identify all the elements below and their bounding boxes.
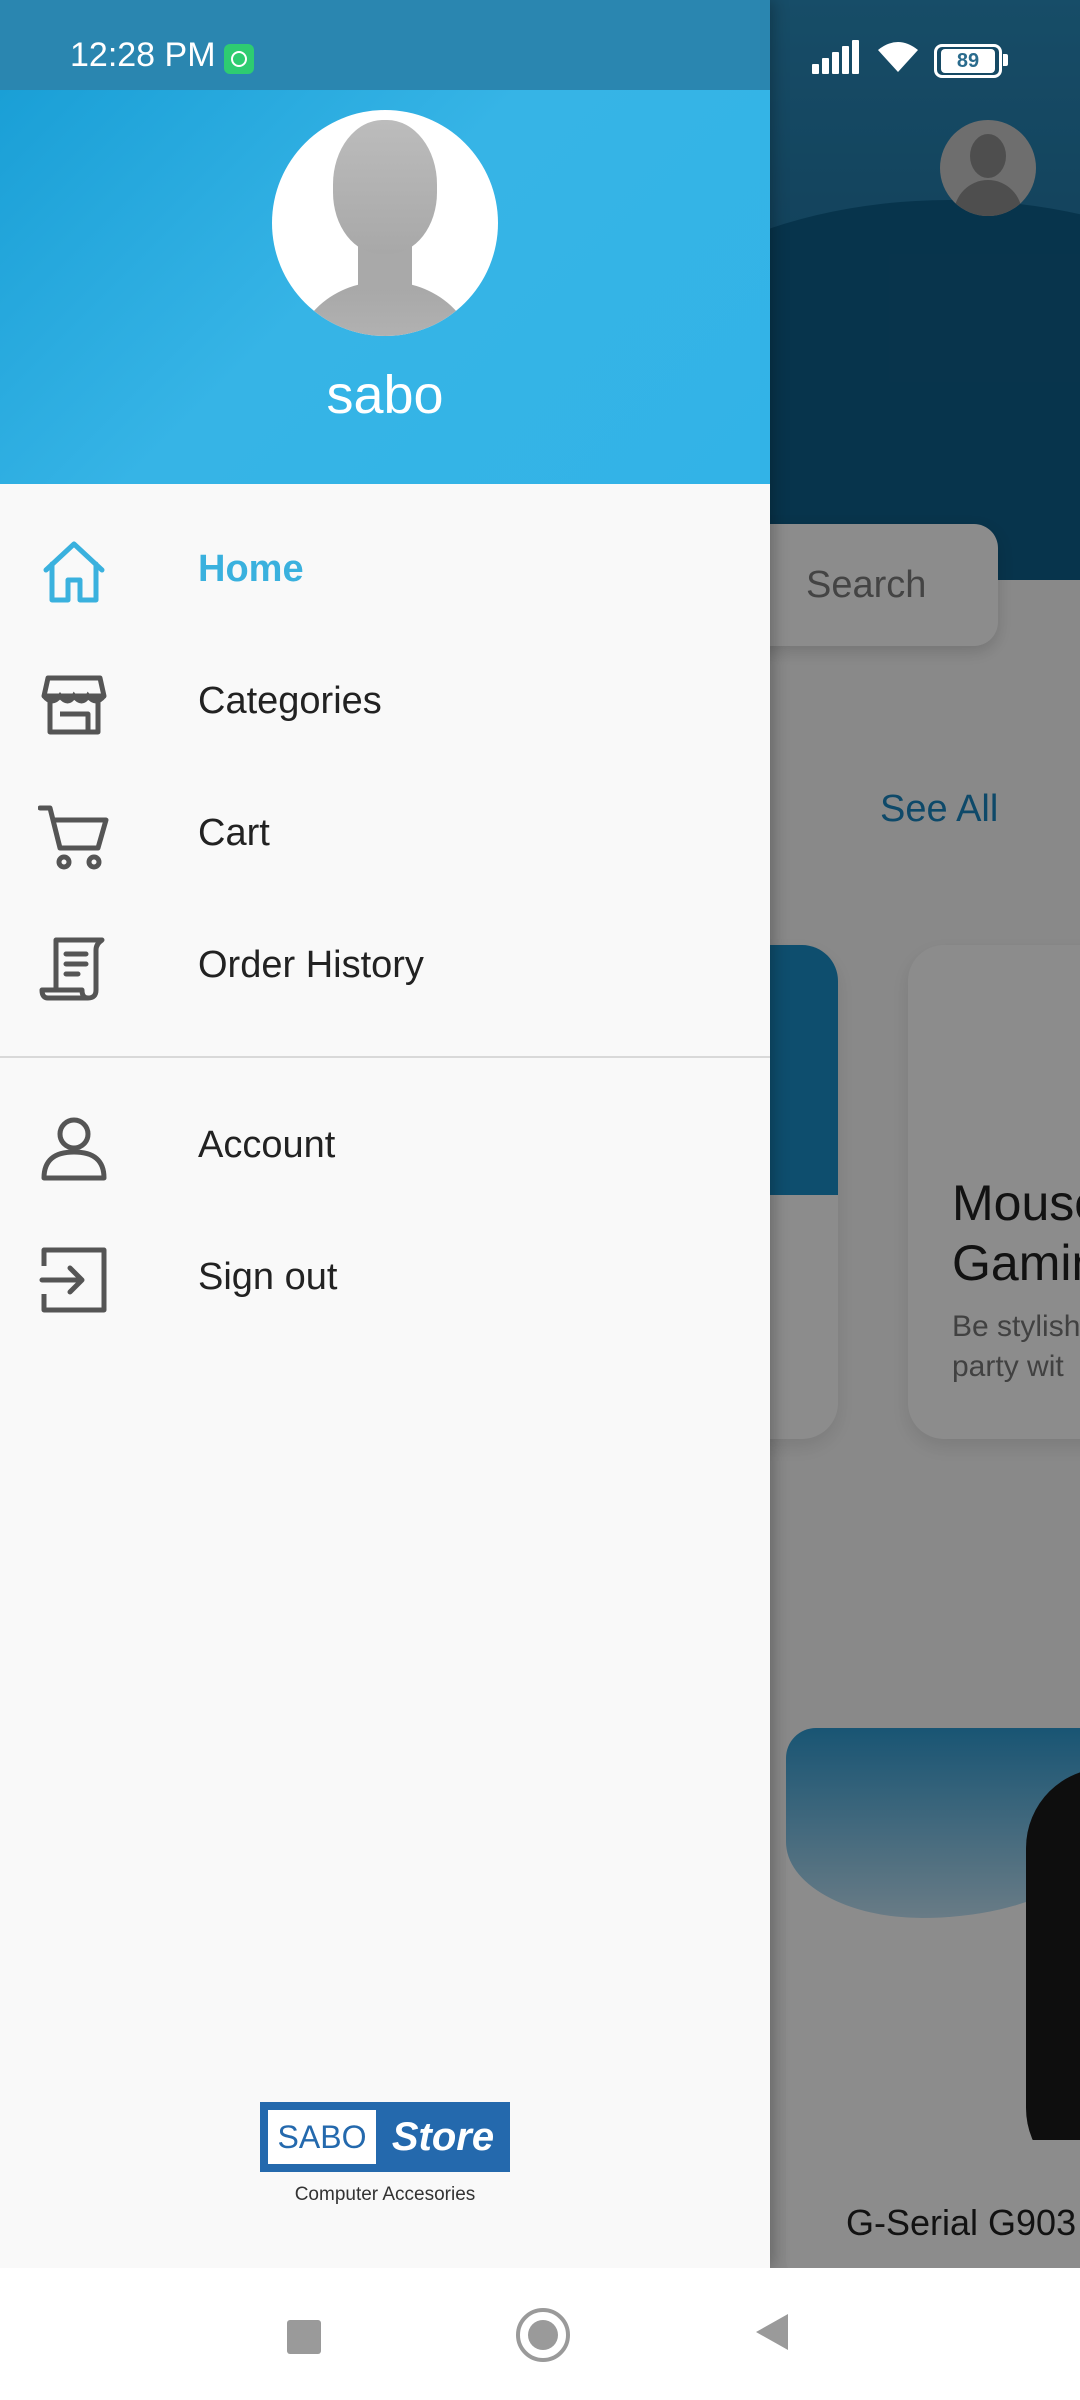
recents-button[interactable] bbox=[287, 2320, 321, 2354]
signal-icon bbox=[812, 38, 859, 74]
menu-divider bbox=[0, 1056, 770, 1058]
app-logo: SABO Store bbox=[260, 2102, 510, 2172]
menu-item-order-history[interactable]: Order History bbox=[0, 908, 770, 1028]
store-icon bbox=[41, 675, 107, 735]
menu-item-account[interactable]: Account bbox=[0, 1088, 770, 1208]
menu-item-home[interactable]: Home bbox=[0, 512, 770, 632]
home-icon bbox=[43, 541, 105, 603]
sign-out-icon bbox=[39, 1247, 107, 1313]
avatar-icon[interactable] bbox=[272, 110, 498, 336]
battery-icon: 89 bbox=[934, 44, 1008, 78]
wifi-icon bbox=[878, 42, 918, 72]
menu-item-label: Cart bbox=[198, 812, 270, 854]
menu-item-cart[interactable]: Cart bbox=[0, 776, 770, 896]
receipt-scroll-icon bbox=[39, 937, 105, 1001]
menu-item-label: Categories bbox=[198, 680, 382, 722]
menu-item-sign-out[interactable]: Sign out bbox=[0, 1220, 770, 1340]
back-button[interactable] bbox=[756, 2314, 788, 2350]
menu-item-label: Account bbox=[198, 1124, 336, 1166]
home-button[interactable] bbox=[516, 2308, 570, 2362]
system-nav-bar bbox=[0, 2268, 1080, 2400]
navigation-drawer: sabo Home Categories Cart Order History bbox=[0, 0, 770, 2268]
menu-item-label: Home bbox=[198, 548, 304, 590]
menu-item-categories[interactable]: Categories bbox=[0, 644, 770, 764]
battery-level: 89 bbox=[941, 49, 995, 73]
cart-icon bbox=[38, 805, 109, 870]
menu-item-label: Order History bbox=[198, 944, 424, 986]
logo-subtitle: Computer Accesories bbox=[294, 2184, 476, 2205]
logo-sabo: SABO bbox=[268, 2110, 376, 2164]
menu-item-label: Sign out bbox=[198, 1256, 338, 1298]
logo-store: Store bbox=[391, 2115, 495, 2159]
status-time: 12:28 PM bbox=[70, 36, 216, 74]
user-icon bbox=[41, 1117, 107, 1181]
status-bar: 12:28 PM 89 bbox=[0, 0, 1080, 90]
whatsapp-notification-icon bbox=[224, 44, 254, 74]
username: sabo bbox=[326, 365, 444, 425]
